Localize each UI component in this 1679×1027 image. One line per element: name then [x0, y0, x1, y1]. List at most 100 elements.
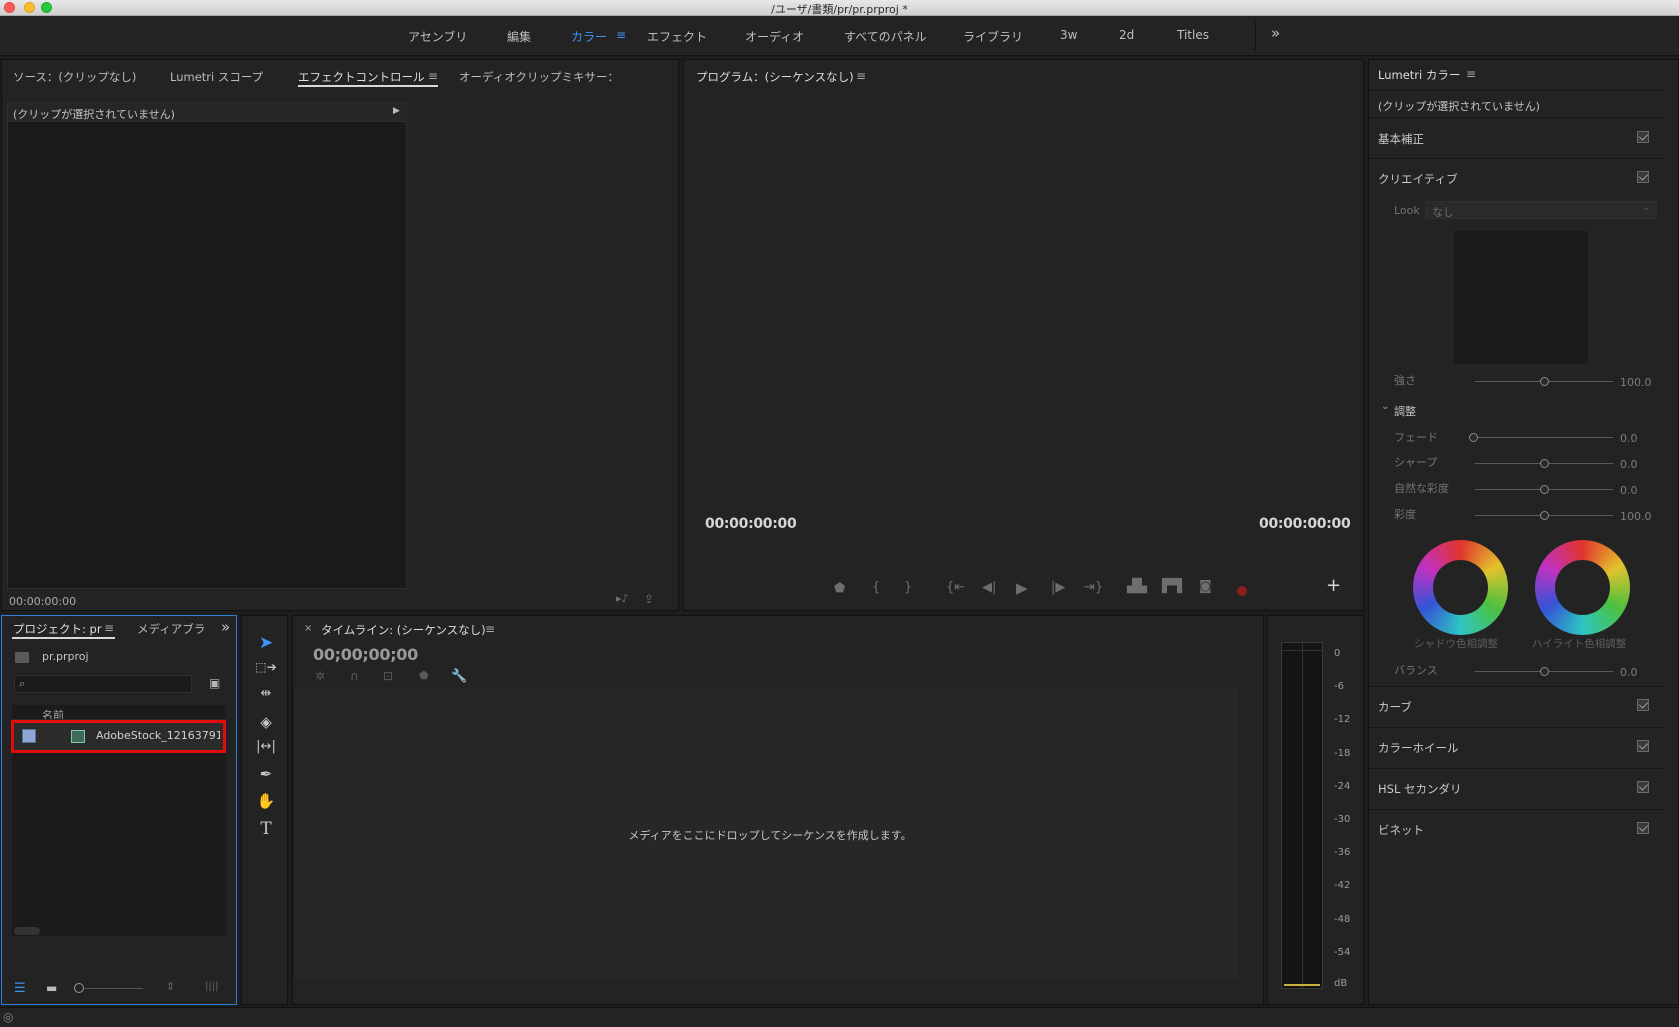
hsl-secondary-checkbox[interactable]	[1637, 781, 1649, 793]
workspace-3w[interactable]: 3w	[1060, 28, 1077, 42]
go-to-in-icon[interactable]: {⇤	[946, 580, 965, 595]
program-menu-icon[interactable]: ≡	[856, 69, 866, 83]
panel-overflow-icon[interactable]: »	[221, 618, 230, 636]
zoom-slider-knob[interactable]	[74, 983, 84, 993]
tab-project[interactable]: プロジェクト: pr	[13, 621, 102, 637]
record-icon[interactable]	[1237, 586, 1247, 596]
section-curves[interactable]: カーブ	[1378, 699, 1412, 715]
snap-icon[interactable]: ∩	[350, 669, 359, 683]
horizontal-scrollbar[interactable]	[14, 927, 40, 935]
tab-lumetri-scopes[interactable]: Lumetri スコープ	[170, 69, 263, 85]
icon-view-icon[interactable]: ▬	[46, 981, 57, 995]
color-wheels-checkbox[interactable]	[1637, 740, 1649, 752]
export-icon[interactable]: ⇪	[644, 592, 654, 606]
curves-checkbox[interactable]	[1637, 699, 1649, 711]
workspace-effects[interactable]: エフェクト	[647, 28, 707, 45]
adjust-label[interactable]: 調整	[1394, 403, 1416, 419]
section-basic-correction[interactable]: 基本補正	[1378, 131, 1424, 147]
fade-slider-track[interactable]	[1475, 437, 1613, 438]
workspace-menu-icon[interactable]: ≡	[616, 28, 626, 42]
workspace-2d[interactable]: 2d	[1119, 28, 1134, 42]
section-creative[interactable]: クリエイティブ	[1378, 171, 1458, 187]
play-icon[interactable]: ▶	[1016, 579, 1028, 597]
add-button-icon[interactable]: +	[1326, 575, 1341, 596]
adjust-chevron-icon[interactable]: ⌄	[1381, 401, 1389, 412]
saturation-value[interactable]: 100.0	[1620, 510, 1652, 523]
vibrance-slider-knob[interactable]	[1540, 485, 1549, 494]
workspace-editing[interactable]: 編集	[507, 28, 531, 45]
go-to-out-icon[interactable]: ⇥}	[1084, 580, 1103, 595]
new-bin-icon[interactable]: ▣	[209, 676, 220, 690]
tab-source[interactable]: ソース：(クリップなし)	[13, 69, 136, 85]
close-timeline-icon[interactable]: ×	[304, 623, 312, 634]
workspace-all-panels[interactable]: すべてのパネル	[844, 28, 927, 45]
add-marker-icon[interactable]: ⬟	[834, 581, 845, 596]
workspace-titles[interactable]: Titles	[1177, 28, 1209, 42]
lift-icon[interactable]: ▟▙	[1127, 579, 1147, 594]
pen-tool-icon[interactable]: ✒	[255, 765, 277, 783]
saturation-slider-knob[interactable]	[1540, 511, 1549, 520]
section-vignette[interactable]: ビネット	[1378, 822, 1424, 838]
section-hsl-secondary[interactable]: HSL セカンダリ	[1378, 781, 1462, 797]
ripple-edit-tool-icon[interactable]: ⇹	[255, 686, 277, 701]
workspace-libraries[interactable]: ライブラリ	[963, 28, 1023, 45]
extract-icon[interactable]: ▛▜	[1162, 579, 1182, 594]
sort-icon[interactable]: ⇕	[166, 980, 175, 993]
razor-tool-icon[interactable]: ◈	[255, 713, 277, 731]
sharpen-slider-knob[interactable]	[1540, 459, 1549, 468]
section-color-wheels[interactable]: カラーホイール	[1378, 740, 1459, 756]
workspace-assembly[interactable]: アセンブリ	[408, 28, 467, 45]
vignette-checkbox[interactable]	[1637, 822, 1649, 834]
sharpen-value[interactable]: 0.0	[1620, 458, 1638, 471]
creative-cloud-icon[interactable]: ◎	[3, 1010, 13, 1024]
timeline-marker-icon[interactable]: ⬟	[419, 669, 429, 682]
list-view-icon[interactable]: ☰	[14, 981, 26, 996]
look-dropdown[interactable]: なし ⌄	[1425, 201, 1657, 219]
zoom-slider-track[interactable]	[85, 988, 143, 989]
tab-effect-controls[interactable]: エフェクトコントロール	[298, 69, 425, 85]
expand-arrow-icon[interactable]: ▶	[393, 106, 400, 116]
balance-value[interactable]: 0.0	[1620, 666, 1638, 679]
track-select-tool-icon[interactable]: ⬚➔	[255, 660, 277, 674]
workspace-color[interactable]: カラー	[571, 28, 607, 45]
project-menu-icon[interactable]: ≡	[104, 621, 114, 635]
intensity-slider-knob[interactable]	[1540, 377, 1549, 386]
linked-selection-icon[interactable]: ⊡	[383, 669, 393, 683]
project-search-input[interactable]: ⌕	[14, 675, 192, 693]
nest-icon[interactable]: ✲	[315, 669, 325, 683]
wrench-icon[interactable]: 🔧	[451, 669, 467, 684]
step-back-icon[interactable]: ◀|	[982, 580, 996, 595]
automate-sequence-icon[interactable]: ||||	[205, 981, 218, 992]
step-forward-icon[interactable]: |▶	[1051, 580, 1065, 595]
timeline-menu-icon[interactable]: ≡	[485, 622, 495, 636]
lumetri-menu-icon[interactable]: ≡	[1466, 67, 1476, 81]
tab-media-browser[interactable]: メディアブラ	[137, 621, 205, 637]
program-timecode-in[interactable]: 00:00:00:00	[705, 516, 797, 532]
label-color-swatch[interactable]	[22, 729, 36, 743]
fade-value[interactable]: 0.0	[1620, 432, 1638, 445]
basic-correction-checkbox[interactable]	[1637, 131, 1649, 143]
project-list-item[interactable]: AdobeStock_121637913	[11, 720, 226, 753]
workspace-audio[interactable]: オーディオ	[745, 28, 804, 45]
meter-peak-area	[1282, 643, 1322, 651]
clip-name[interactable]: AdobeStock_121637913	[96, 729, 220, 742]
hand-tool-icon[interactable]: ✋	[255, 792, 277, 810]
highlight-tint-wheel[interactable]	[1535, 540, 1630, 635]
type-tool-icon[interactable]: T	[255, 819, 277, 839]
fade-slider-knob[interactable]	[1469, 433, 1478, 442]
mark-in-icon[interactable]: {	[872, 580, 880, 595]
vibrance-value[interactable]: 0.0	[1620, 484, 1638, 497]
creative-checkbox[interactable]	[1637, 171, 1649, 183]
timeline-timecode[interactable]: 00;00;00;00	[313, 645, 418, 664]
intensity-value[interactable]: 100.0	[1620, 376, 1652, 389]
balance-slider-knob[interactable]	[1540, 667, 1549, 676]
workspace-overflow-icon[interactable]: »	[1271, 24, 1280, 42]
camera-icon[interactable]: ◙	[1199, 579, 1212, 594]
slip-tool-icon[interactable]: |↔|	[255, 739, 277, 754]
shadow-tint-wheel[interactable]	[1413, 540, 1508, 635]
selection-tool-icon[interactable]: ➤	[255, 633, 277, 653]
tab-audio-clip-mixer[interactable]: オーディオクリップミキサー：	[459, 69, 619, 85]
panel-menu-icon[interactable]: ≡	[428, 69, 438, 83]
export-frame-icon[interactable]: ▸♪	[616, 592, 629, 605]
mark-out-icon[interactable]: }	[904, 580, 912, 595]
